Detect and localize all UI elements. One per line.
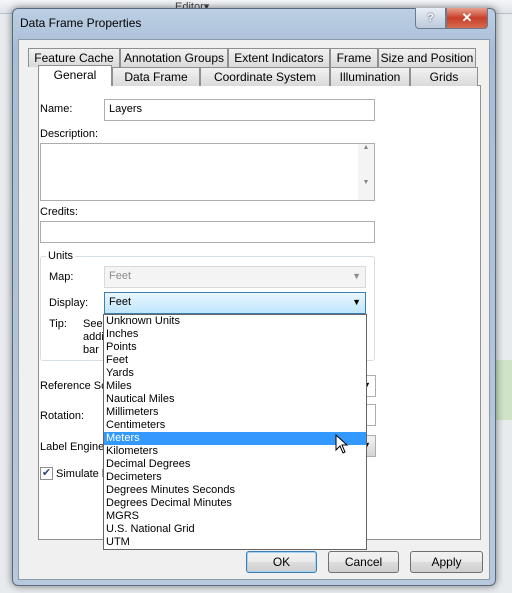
credits-input[interactable] (40, 221, 375, 243)
apply-button[interactable]: Apply (410, 551, 483, 573)
dropdown-option[interactable]: Kilometers (104, 445, 366, 458)
units-group-label: Units (46, 250, 76, 262)
reference-scale-label: Reference Sc (40, 380, 107, 392)
cancel-button[interactable]: Cancel (328, 551, 399, 573)
dropdown-option[interactable]: Yards (104, 367, 366, 380)
description-scrollbar[interactable]: ▲ ▼ (358, 144, 374, 200)
dropdown-option[interactable]: Millimeters (104, 406, 366, 419)
dialog-title: Data Frame Properties (20, 16, 142, 30)
dropdown-option[interactable]: Degrees Minutes Seconds (104, 484, 366, 497)
dropdown-option[interactable]: Feet (104, 354, 366, 367)
name-label: Name: (40, 103, 73, 115)
map-units-value: Feet (109, 270, 132, 282)
tab-illumination[interactable]: Illumination (330, 67, 410, 86)
map-label: Map: (49, 271, 74, 283)
dropdown-option[interactable]: Centimeters (104, 419, 366, 432)
description-input[interactable] (40, 143, 375, 201)
tab-grids[interactable]: Grids (410, 67, 478, 86)
close-button[interactable]: ✕ (446, 8, 488, 29)
dropdown-option[interactable]: MGRS (104, 510, 366, 523)
tip-text-2: addi (83, 331, 104, 343)
description-label: Description: (40, 128, 99, 140)
tab-frame[interactable]: Frame (330, 48, 378, 67)
help-button[interactable]: ? (415, 8, 446, 29)
tab-annotation-groups[interactable]: Annotation Groups (120, 48, 228, 67)
credits-label: Credits: (40, 206, 78, 218)
dropdown-option[interactable]: Decimeters (104, 471, 366, 484)
tab-data-frame[interactable]: Data Frame (112, 67, 200, 86)
dropdown-option[interactable]: UTM (104, 536, 366, 549)
label-engine-label: Label Engine: (40, 441, 108, 453)
tab-extent-indicators[interactable]: Extent Indicators (228, 48, 330, 67)
dropdown-option[interactable]: Degrees Decimal Minutes (104, 497, 366, 510)
dropdown-option[interactable]: Points (104, 341, 366, 354)
dropdown-option[interactable]: Unknown Units (104, 315, 366, 328)
dropdown-option[interactable]: Meters (104, 432, 366, 445)
units-dropdown-list: Unknown Units Inches Points Feet Yards Miles N… (103, 314, 367, 550)
ok-button[interactable]: OK (246, 551, 317, 573)
display-label: Display: (49, 297, 89, 309)
tab-size-and-position[interactable]: Size and Position (378, 48, 476, 67)
chevron-down-icon: ▼ (352, 297, 361, 307)
display-units-value: Feet (109, 296, 132, 308)
display-units-select[interactable]: Feet ▼ (104, 292, 366, 314)
mouse-cursor-icon (335, 434, 349, 454)
map-units-select[interactable]: Feet ▼ (104, 266, 366, 288)
dropdown-option[interactable]: Decimal Degrees (104, 458, 366, 471)
dropdown-option[interactable]: Inches (104, 328, 366, 341)
tip-text-1: See (83, 318, 103, 330)
name-input[interactable]: Layers (104, 99, 375, 121)
rotation-label: Rotation: (40, 410, 85, 422)
chevron-down-icon: ▼ (352, 271, 361, 281)
tip-text-3: bar (83, 344, 99, 356)
tab-general[interactable]: General (38, 65, 112, 86)
dropdown-option[interactable]: Miles (104, 380, 366, 393)
tip-label: Tip: (49, 318, 67, 330)
dropdown-option[interactable]: U.S. National Grid (104, 523, 366, 536)
tab-coordinate-system[interactable]: Coordinate System (200, 67, 330, 86)
simulate-checkbox[interactable]: ✔ (40, 467, 53, 480)
dropdown-option[interactable]: Nautical Miles (104, 393, 366, 406)
